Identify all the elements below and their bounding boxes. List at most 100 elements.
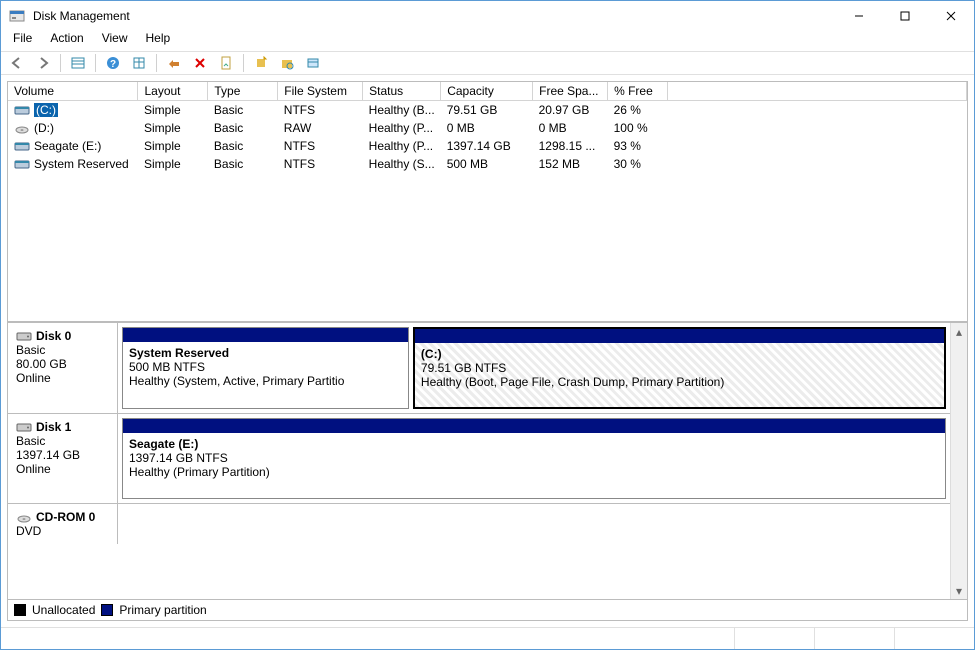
menu-action[interactable]: Action [50, 31, 83, 47]
window-title: Disk Management [33, 9, 130, 23]
cell-capacity: 0 MB [441, 119, 533, 137]
partition-body: (C:)79.51 GB NTFSHealthy (Boot, Page Fil… [415, 343, 944, 407]
partition[interactable]: System Reserved500 MB NTFSHealthy (Syste… [122, 327, 409, 409]
table-button[interactable] [127, 53, 151, 73]
cell-type: Basic [208, 119, 278, 137]
disk-info[interactable]: CD-ROM 0DVD [8, 504, 118, 544]
disk-state: Online [16, 462, 109, 476]
volume-table[interactable]: VolumeLayoutTypeFile SystemStatusCapacit… [8, 82, 967, 173]
disk-type: Basic [16, 434, 109, 448]
vertical-scrollbar[interactable]: ▴ ▾ [950, 323, 967, 599]
help-button[interactable]: ? [101, 53, 125, 73]
column-header[interactable]: File System [278, 82, 363, 101]
volume-name: Seagate (E:) [34, 139, 101, 153]
partition-size: 1397.14 GB NTFS [129, 451, 939, 465]
cell-pct: 100 % [608, 119, 668, 137]
partition[interactable]: Seagate (E:)1397.14 GB NTFSHealthy (Prim… [122, 418, 946, 499]
cell-free: 20.97 GB [533, 101, 608, 120]
volume-list-pane: VolumeLayoutTypeFile SystemStatusCapacit… [8, 82, 967, 322]
primary-label: Primary partition [119, 603, 206, 617]
cell-status: Healthy (S... [363, 155, 441, 173]
volume-name: System Reserved [34, 157, 129, 171]
partition-status: Healthy (Boot, Page File, Crash Dump, Pr… [421, 375, 938, 389]
disk-icon [16, 330, 32, 342]
partition-status: Healthy (Primary Partition) [129, 465, 939, 479]
scroll-down-button[interactable]: ▾ [951, 582, 967, 599]
volume-icon [14, 158, 30, 170]
partition-size: 500 MB NTFS [129, 360, 402, 374]
action-button[interactable] [162, 53, 186, 73]
cell-layout: Simple [138, 155, 208, 173]
disk-info[interactable]: Disk 1Basic1397.14 GBOnline [8, 414, 118, 503]
partition[interactable]: (C:)79.51 GB NTFSHealthy (Boot, Page Fil… [413, 327, 946, 409]
primary-swatch [101, 604, 113, 616]
volume-name: (D:) [34, 121, 54, 135]
menu-view[interactable]: View [102, 31, 128, 47]
column-header[interactable]: % Free [608, 82, 668, 101]
cell-layout: Simple [138, 119, 208, 137]
volume-name: (C:) [34, 103, 58, 117]
column-header[interactable]: Type [208, 82, 278, 101]
disk-info[interactable]: Disk 0Basic80.00 GBOnline [8, 323, 118, 413]
cell-fs: NTFS [278, 101, 363, 120]
partition-status: Healthy (System, Active, Primary Partiti… [129, 374, 402, 388]
partition-size: 79.51 GB NTFS [421, 361, 938, 375]
cell-type: Basic [208, 155, 278, 173]
titlebar[interactable]: Disk Management [1, 1, 974, 31]
volume-row[interactable]: (D:)SimpleBasicRAWHealthy (P...0 MB0 MB1… [8, 119, 967, 137]
cell-free: 1298.15 ... [533, 137, 608, 155]
menu-file[interactable]: File [13, 31, 32, 47]
cell-free: 0 MB [533, 119, 608, 137]
forward-button[interactable] [31, 53, 55, 73]
graphical-view-pane: Disk 0Basic80.00 GBOnlineSystem Reserved… [8, 322, 967, 599]
menu-help[interactable]: Help [146, 31, 171, 47]
cell-fs: RAW [278, 119, 363, 137]
disk-type: Basic [16, 343, 109, 357]
partition-name: Seagate (E:) [129, 437, 939, 451]
partition-name: System Reserved [129, 346, 402, 360]
explore-button[interactable] [275, 53, 299, 73]
delete-button[interactable] [188, 53, 212, 73]
volume-icon [14, 140, 30, 152]
cell-layout: Simple [138, 137, 208, 155]
unallocated-swatch [14, 604, 26, 616]
unallocated-label: Unallocated [32, 603, 95, 617]
properties-button[interactable] [214, 53, 238, 73]
cell-type: Basic [208, 137, 278, 155]
cell-type: Basic [208, 101, 278, 120]
column-header[interactable]: Volume [8, 82, 138, 101]
app-icon [9, 8, 25, 24]
volume-row[interactable]: (C:)SimpleBasicNTFSHealthy (B...79.51 GB… [8, 101, 967, 120]
column-header[interactable]: Status [363, 82, 441, 101]
column-header[interactable]: Capacity [441, 82, 533, 101]
column-header[interactable]: Layout [138, 82, 208, 101]
partition-body: System Reserved500 MB NTFSHealthy (Syste… [123, 342, 408, 408]
disk-management-window: Disk Management File Action View Help ? Vol… [0, 0, 975, 650]
cell-free: 152 MB [533, 155, 608, 173]
back-button[interactable] [5, 53, 29, 73]
cell-pct: 26 % [608, 101, 668, 120]
toolbar: ? [1, 51, 974, 75]
settings-button[interactable] [301, 53, 325, 73]
scroll-up-button[interactable]: ▴ [951, 323, 967, 340]
cell-fs: NTFS [278, 137, 363, 155]
cell-status: Healthy (P... [363, 119, 441, 137]
cell-fs: NTFS [278, 155, 363, 173]
cell-capacity: 500 MB [441, 155, 533, 173]
disk-row: Disk 1Basic1397.14 GBOnlineSeagate (E:)1… [8, 413, 950, 503]
column-header[interactable]: Free Spa... [533, 82, 608, 101]
partition-name: (C:) [421, 347, 938, 361]
maximize-button[interactable] [882, 1, 928, 31]
list-view-button[interactable] [66, 53, 90, 73]
menubar: File Action View Help [1, 31, 974, 51]
volume-row[interactable]: Seagate (E:)SimpleBasicNTFSHealthy (P...… [8, 137, 967, 155]
scroll-track[interactable] [951, 340, 967, 582]
legend: Unallocated Primary partition [8, 599, 967, 620]
partitions-area: Seagate (E:)1397.14 GB NTFSHealthy (Prim… [118, 414, 950, 503]
new-item-button[interactable] [249, 53, 273, 73]
cell-capacity: 1397.14 GB [441, 137, 533, 155]
minimize-button[interactable] [836, 1, 882, 31]
volume-row[interactable]: System Reserved SimpleBasicNTFSHealthy (S… [8, 155, 967, 173]
close-button[interactable] [928, 1, 974, 31]
disk-row: CD-ROM 0DVD [8, 503, 950, 544]
